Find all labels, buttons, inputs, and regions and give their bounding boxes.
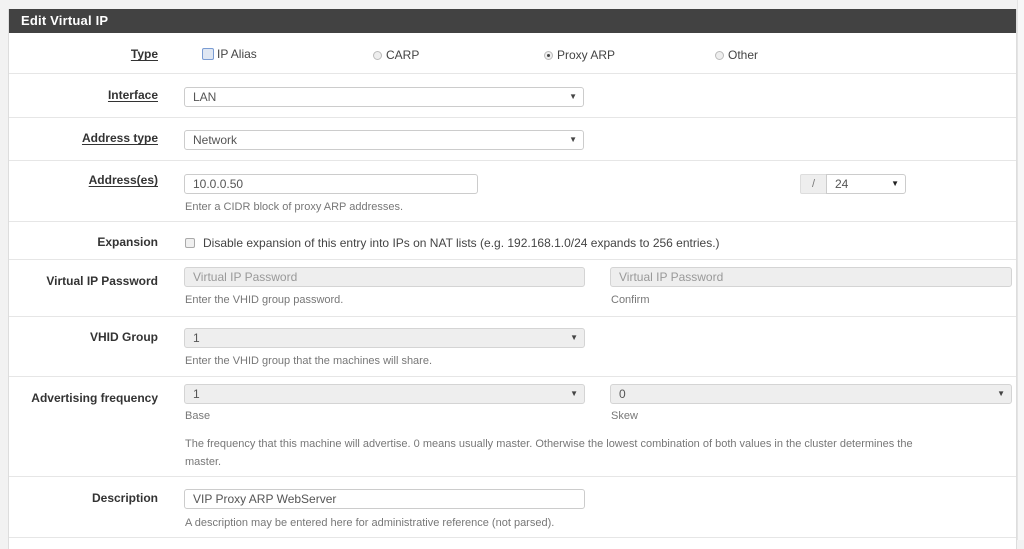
advertising-skew-help: Skew xyxy=(611,410,638,422)
addresses-row: Address(es) 10.0.0.50 Enter a CIDR block… xyxy=(9,161,1016,222)
other-label: Other xyxy=(728,48,759,62)
addresses-label[interactable]: Address(es) xyxy=(89,173,158,187)
vhid-group-help: Enter the VHID group that the machines w… xyxy=(185,355,433,367)
addresses-help: Enter a CIDR block of proxy ARP addresse… xyxy=(185,201,404,213)
expansion-label: Expansion xyxy=(97,235,158,249)
panel-title: Edit Virtual IP xyxy=(9,9,1016,33)
cidr-select[interactable]: 24 ▼ xyxy=(826,174,906,194)
vip-password-confirm-help: Confirm xyxy=(611,294,650,306)
advertising-frequency-label: Advertising frequency xyxy=(31,391,158,405)
address-type-select[interactable]: Network ▼ xyxy=(184,130,584,150)
advertising-base-select[interactable]: 1 ▼ xyxy=(184,384,585,404)
vip-password-label: Virtual IP Password xyxy=(46,274,158,288)
edit-virtual-ip-panel: Edit Virtual IP Type IP Alias CARP Proxy… xyxy=(8,9,1017,549)
chevron-down-icon: ▼ xyxy=(569,92,577,101)
advertising-base-help: Base xyxy=(185,410,211,422)
interface-select[interactable]: LAN ▼ xyxy=(184,87,584,107)
vhid-group-select[interactable]: 1 ▼ xyxy=(184,328,585,348)
type-option-ip-alias[interactable]: IP Alias xyxy=(202,47,257,61)
chevron-down-icon: ▼ xyxy=(570,389,578,398)
cidr-separator: / xyxy=(800,174,827,194)
expansion-text: Disable expansion of this entry into IPs… xyxy=(203,236,720,250)
vip-password-input[interactable]: Virtual IP Password xyxy=(184,267,585,287)
chevron-down-icon: ▼ xyxy=(569,135,577,144)
description-input[interactable]: VIP Proxy ARP WebServer xyxy=(184,489,585,509)
vip-password-help: Enter the VHID group password. xyxy=(185,294,344,306)
description-help: A description may be entered here for ad… xyxy=(185,517,555,529)
chevron-down-icon: ▼ xyxy=(997,389,1005,398)
advertising-frequency-help-line2: master. xyxy=(185,456,222,468)
vip-password-confirm-input[interactable]: Virtual IP Password xyxy=(610,267,1012,287)
address-input[interactable]: 10.0.0.50 xyxy=(184,174,478,194)
address-type-row: Address type Network ▼ xyxy=(9,118,1016,161)
cidr-value: 24 xyxy=(835,177,849,191)
vip-password-row: Virtual IP Password Virtual IP Password … xyxy=(9,260,1016,317)
carp-radio[interactable] xyxy=(373,50,382,60)
address-type-value: Network xyxy=(193,133,238,147)
description-row: Description VIP Proxy ARP WebServer A de… xyxy=(9,477,1016,538)
description-label: Description xyxy=(91,491,158,505)
proxy-arp-radio[interactable] xyxy=(544,50,553,60)
interface-row: Interface LAN ▼ xyxy=(9,74,1016,118)
carp-label: CARP xyxy=(386,48,420,62)
ip-alias-label: IP Alias xyxy=(217,47,257,61)
advertising-skew-value: 0 xyxy=(619,387,626,401)
advertising-frequency-row: Advertising frequency 1 ▼ Base 0 ▼ Skew … xyxy=(9,377,1016,477)
interface-value: LAN xyxy=(193,90,217,104)
type-option-carp[interactable]: CARP xyxy=(373,48,419,62)
other-radio[interactable] xyxy=(715,50,724,60)
chevron-down-icon: ▼ xyxy=(891,179,899,188)
advertising-base-value: 1 xyxy=(193,387,200,401)
type-row: Type IP Alias CARP Proxy ARP Other xyxy=(9,33,1016,74)
disable-expansion-checkbox[interactable] xyxy=(185,238,195,248)
vhid-group-row: VHID Group 1 ▼ Enter the VHID group that… xyxy=(9,317,1016,377)
expansion-row: Expansion Disable expansion of this entr… xyxy=(9,222,1016,260)
type-label[interactable]: Type xyxy=(131,47,158,61)
type-option-proxy-arp[interactable]: Proxy ARP xyxy=(544,48,615,62)
vhid-group-label: VHID Group xyxy=(90,330,158,344)
scrollbar[interactable] xyxy=(1017,0,1024,540)
chevron-down-icon: ▼ xyxy=(570,333,578,342)
advertising-frequency-help-line1: The frequency that this machine will adv… xyxy=(185,438,913,450)
vhid-group-value: 1 xyxy=(193,331,200,345)
address-type-label[interactable]: Address type xyxy=(82,131,158,145)
interface-label[interactable]: Interface xyxy=(108,88,158,102)
type-option-other[interactable]: Other xyxy=(715,48,758,62)
advertising-skew-select[interactable]: 0 ▼ xyxy=(610,384,1012,404)
expansion-option[interactable]: Disable expansion of this entry into IPs… xyxy=(185,236,720,250)
proxy-arp-label: Proxy ARP xyxy=(557,48,616,62)
ip-alias-checkbox[interactable] xyxy=(202,48,214,60)
